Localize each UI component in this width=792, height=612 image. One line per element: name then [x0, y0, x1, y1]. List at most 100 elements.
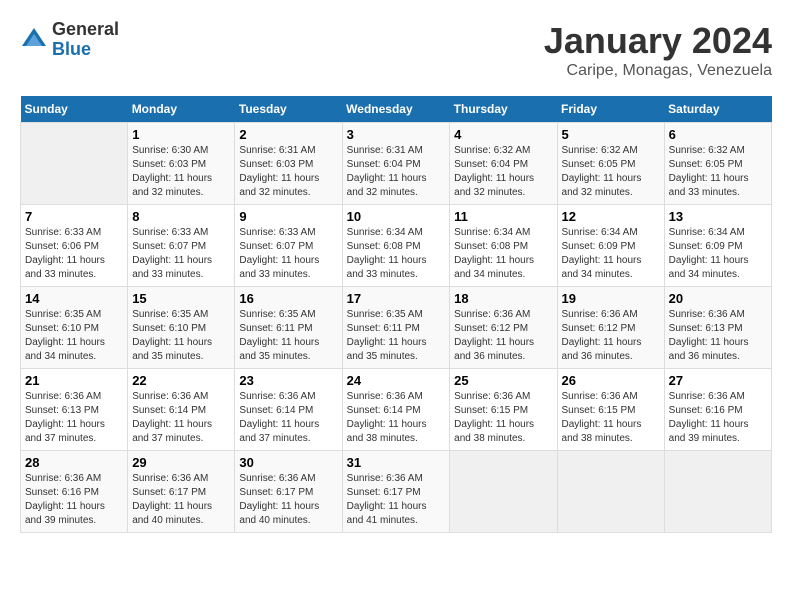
- day-info: Sunrise: 6:36 AMSunset: 6:15 PMDaylight:…: [454, 390, 552, 446]
- day-info: Sunrise: 6:36 AMSunset: 6:12 PMDaylight:…: [454, 308, 552, 364]
- day-number: 23: [239, 373, 337, 388]
- day-info: Sunrise: 6:35 AMSunset: 6:10 PMDaylight:…: [25, 308, 123, 364]
- day-number: 24: [347, 373, 446, 388]
- logo: General Blue: [20, 20, 119, 60]
- calendar-cell: 27Sunrise: 6:36 AMSunset: 6:16 PMDayligh…: [664, 369, 771, 451]
- day-info: Sunrise: 6:36 AMSunset: 6:12 PMDaylight:…: [562, 308, 660, 364]
- calendar-cell: 26 Sunrise: 6:36 AMSunset: 6:15 PMDayligh…: [557, 369, 664, 451]
- calendar-cell: 13 Sunrise: 6:34 AMSunset: 6:09 PMDayligh…: [664, 205, 771, 287]
- calendar-cell: 4 Sunrise: 6:32 AMSunset: 6:04 PMDaylight…: [450, 123, 557, 205]
- calendar-cell: 7Sunrise: 6:33 AMSunset: 6:06 PMDaylight…: [21, 205, 128, 287]
- calendar-cell: 1 Sunrise: 6:30 AMSunset: 6:03 PMDaylight…: [128, 123, 235, 205]
- col-header-tuesday: Tuesday: [235, 96, 342, 123]
- logo-general: General: [52, 20, 119, 40]
- calendar-cell: 6 Sunrise: 6:32 AMSunset: 6:05 PMDaylight…: [664, 123, 771, 205]
- subtitle: Caripe, Monagas, Venezuela: [544, 62, 772, 80]
- calendar-cell: 29Sunrise: 6:36 AMSunset: 6:17 PMDayligh…: [128, 451, 235, 533]
- col-header-thursday: Thursday: [450, 96, 557, 123]
- day-info: Sunrise: 6:34 AMSunset: 6:09 PMDaylight:…: [669, 226, 767, 282]
- week-row-3: 14 Sunrise: 6:35 AMSunset: 6:10 PMDayligh…: [21, 287, 772, 369]
- day-number: 13: [669, 209, 767, 224]
- day-number: 14: [25, 291, 123, 306]
- calendar-cell: 14 Sunrise: 6:35 AMSunset: 6:10 PMDayligh…: [21, 287, 128, 369]
- calendar-cell: 24 Sunrise: 6:36 AMSunset: 6:14 PMDayligh…: [342, 369, 450, 451]
- day-info: Sunrise: 6:32 AMSunset: 6:05 PMDaylight:…: [669, 144, 767, 200]
- day-info: Sunrise: 6:32 AMSunset: 6:04 PMDaylight:…: [454, 144, 552, 200]
- day-number: 20: [669, 291, 767, 306]
- day-number: 27: [669, 373, 767, 388]
- day-number: 1: [132, 127, 230, 142]
- col-header-saturday: Saturday: [664, 96, 771, 123]
- header-row: SundayMondayTuesdayWednesdayThursdayFrid…: [21, 96, 772, 123]
- day-number: 25: [454, 373, 552, 388]
- calendar-cell: 20 Sunrise: 6:36 AMSunset: 6:13 PMDayligh…: [664, 287, 771, 369]
- calendar-cell: 5Sunrise: 6:32 AMSunset: 6:05 PMDaylight…: [557, 123, 664, 205]
- calendar-cell: 3Sunrise: 6:31 AMSunset: 6:04 PMDaylight…: [342, 123, 450, 205]
- logo-icon: [20, 26, 48, 54]
- day-info: Sunrise: 6:36 AMSunset: 6:16 PMDaylight:…: [25, 472, 123, 528]
- calendar-cell: 9 Sunrise: 6:33 AMSunset: 6:07 PMDaylight…: [235, 205, 342, 287]
- day-info: Sunrise: 6:33 AMSunset: 6:07 PMDaylight:…: [132, 226, 230, 282]
- col-header-monday: Monday: [128, 96, 235, 123]
- calendar-cell: [450, 451, 557, 533]
- calendar-cell: 18 Sunrise: 6:36 AMSunset: 6:12 PMDayligh…: [450, 287, 557, 369]
- calendar-cell: 8 Sunrise: 6:33 AMSunset: 6:07 PMDaylight…: [128, 205, 235, 287]
- calendar-cell: 10 Sunrise: 6:34 AMSunset: 6:08 PMDayligh…: [342, 205, 450, 287]
- calendar-cell: 12Sunrise: 6:34 AMSunset: 6:09 PMDayligh…: [557, 205, 664, 287]
- day-number: 30: [239, 455, 337, 470]
- week-row-2: 7Sunrise: 6:33 AMSunset: 6:06 PMDaylight…: [21, 205, 772, 287]
- calendar-cell: 15Sunrise: 6:35 AMSunset: 6:10 PMDayligh…: [128, 287, 235, 369]
- calendar-cell: 11 Sunrise: 6:34 AMSunset: 6:08 PMDayligh…: [450, 205, 557, 287]
- week-row-4: 21 Sunrise: 6:36 AMSunset: 6:13 PMDayligh…: [21, 369, 772, 451]
- day-number: 31: [347, 455, 446, 470]
- day-info: Sunrise: 6:36 AMSunset: 6:17 PMDaylight:…: [239, 472, 337, 528]
- title-section: January 2024 Caripe, Monagas, Venezuela: [544, 20, 772, 80]
- day-number: 11: [454, 209, 552, 224]
- day-info: Sunrise: 6:34 AMSunset: 6:08 PMDaylight:…: [454, 226, 552, 282]
- day-number: 10: [347, 209, 446, 224]
- day-number: 22: [132, 373, 230, 388]
- calendar-cell: [21, 123, 128, 205]
- main-title: January 2024: [544, 20, 772, 62]
- day-number: 8: [132, 209, 230, 224]
- day-info: Sunrise: 6:35 AMSunset: 6:11 PMDaylight:…: [347, 308, 446, 364]
- day-info: Sunrise: 6:35 AMSunset: 6:11 PMDaylight:…: [239, 308, 337, 364]
- calendar-table: SundayMondayTuesdayWednesdayThursdayFrid…: [20, 96, 772, 533]
- calendar-cell: 22 Sunrise: 6:36 AMSunset: 6:14 PMDayligh…: [128, 369, 235, 451]
- calendar-cell: 31 Sunrise: 6:36 AMSunset: 6:17 PMDayligh…: [342, 451, 450, 533]
- day-number: 12: [562, 209, 660, 224]
- day-number: 4: [454, 127, 552, 142]
- day-info: Sunrise: 6:33 AMSunset: 6:07 PMDaylight:…: [239, 226, 337, 282]
- calendar-cell: 28Sunrise: 6:36 AMSunset: 6:16 PMDayligh…: [21, 451, 128, 533]
- day-info: Sunrise: 6:34 AMSunset: 6:08 PMDaylight:…: [347, 226, 446, 282]
- day-info: Sunrise: 6:36 AMSunset: 6:14 PMDaylight:…: [132, 390, 230, 446]
- calendar-cell: [664, 451, 771, 533]
- day-number: 19: [562, 291, 660, 306]
- day-info: Sunrise: 6:36 AMSunset: 6:14 PMDaylight:…: [347, 390, 446, 446]
- day-info: Sunrise: 6:36 AMSunset: 6:15 PMDaylight:…: [562, 390, 660, 446]
- day-info: Sunrise: 6:36 AMSunset: 6:13 PMDaylight:…: [669, 308, 767, 364]
- calendar-cell: 21 Sunrise: 6:36 AMSunset: 6:13 PMDayligh…: [21, 369, 128, 451]
- day-info: Sunrise: 6:36 AMSunset: 6:17 PMDaylight:…: [132, 472, 230, 528]
- day-number: 26: [562, 373, 660, 388]
- day-info: Sunrise: 6:31 AMSunset: 6:03 PMDaylight:…: [239, 144, 337, 200]
- calendar-cell: 2Sunrise: 6:31 AMSunset: 6:03 PMDaylight…: [235, 123, 342, 205]
- day-number: 21: [25, 373, 123, 388]
- day-info: Sunrise: 6:35 AMSunset: 6:10 PMDaylight:…: [132, 308, 230, 364]
- day-number: 5: [562, 127, 660, 142]
- col-header-friday: Friday: [557, 96, 664, 123]
- day-info: Sunrise: 6:36 AMSunset: 6:13 PMDaylight:…: [25, 390, 123, 446]
- calendar-cell: 16Sunrise: 6:35 AMSunset: 6:11 PMDayligh…: [235, 287, 342, 369]
- day-number: 6: [669, 127, 767, 142]
- day-number: 18: [454, 291, 552, 306]
- calendar-cell: 17 Sunrise: 6:35 AMSunset: 6:11 PMDayligh…: [342, 287, 450, 369]
- day-info: Sunrise: 6:36 AMSunset: 6:14 PMDaylight:…: [239, 390, 337, 446]
- col-header-sunday: Sunday: [21, 96, 128, 123]
- day-number: 9: [239, 209, 337, 224]
- day-info: Sunrise: 6:30 AMSunset: 6:03 PMDaylight:…: [132, 144, 230, 200]
- week-row-5: 28Sunrise: 6:36 AMSunset: 6:16 PMDayligh…: [21, 451, 772, 533]
- logo-text: General Blue: [52, 20, 119, 60]
- week-row-1: 1 Sunrise: 6:30 AMSunset: 6:03 PMDaylight…: [21, 123, 772, 205]
- day-info: Sunrise: 6:36 AMSunset: 6:17 PMDaylight:…: [347, 472, 446, 528]
- day-number: 17: [347, 291, 446, 306]
